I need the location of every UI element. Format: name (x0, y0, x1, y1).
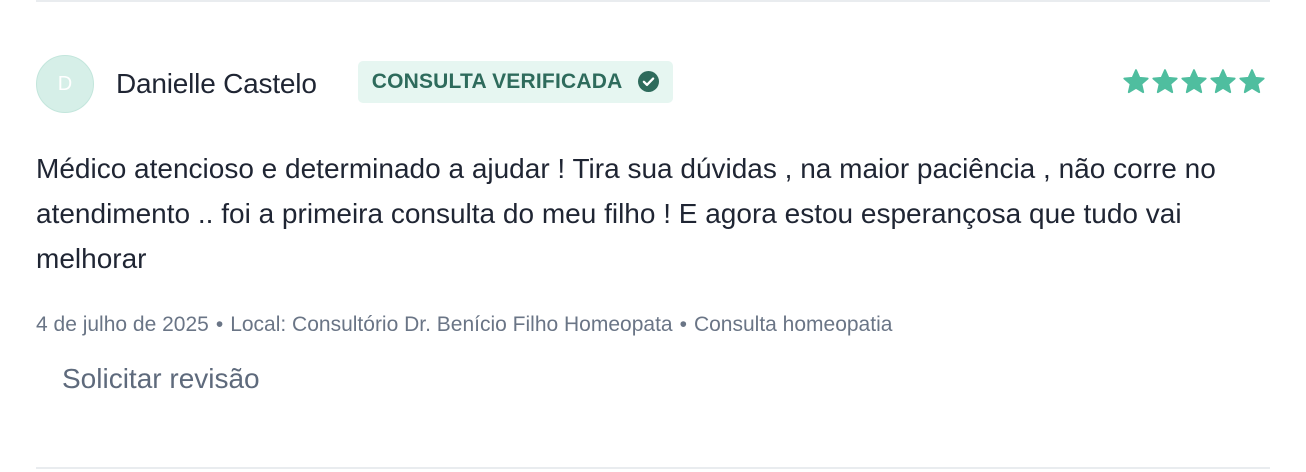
verified-badge: CONSULTA VERIFICADA (357, 60, 674, 103)
review-service: Consulta homeopatia (693, 313, 893, 336)
review-location: Local: Consultório Dr. Benício Filho Hom… (230, 313, 673, 336)
star-icon (1181, 69, 1207, 94)
avatar-initial: D (57, 72, 73, 95)
review-header: D Danielle Castelo CONSULTA VERIFICADA (36, 54, 1270, 114)
verified-badge-label: CONSULTA VERIFICADA (371, 69, 623, 93)
avatar: D (36, 55, 94, 113)
review-card: D Danielle Castelo CONSULTA VERIFICADA M… (36, 54, 1270, 395)
bottom-divider (36, 467, 1270, 469)
top-divider (36, 0, 1270, 2)
star-icon (1210, 69, 1236, 94)
meta-separator: • (215, 313, 224, 336)
star-icon (1239, 69, 1265, 94)
check-circle-icon (638, 71, 660, 92)
review-meta: 4 de julho de 2025 • Local: Consultório Dr… (36, 313, 1270, 337)
review-text: Médico atencioso e determinado a ajudar … (36, 153, 1216, 274)
request-review-link[interactable]: Solicitar revisão (62, 363, 260, 395)
star-rating (1122, 68, 1266, 96)
meta-separator: • (679, 313, 687, 336)
star-icon (1152, 69, 1178, 94)
author-name: Danielle Castelo (116, 68, 317, 99)
star-icon (1123, 69, 1149, 94)
review-date: 4 de julho de 2025 (36, 313, 209, 336)
